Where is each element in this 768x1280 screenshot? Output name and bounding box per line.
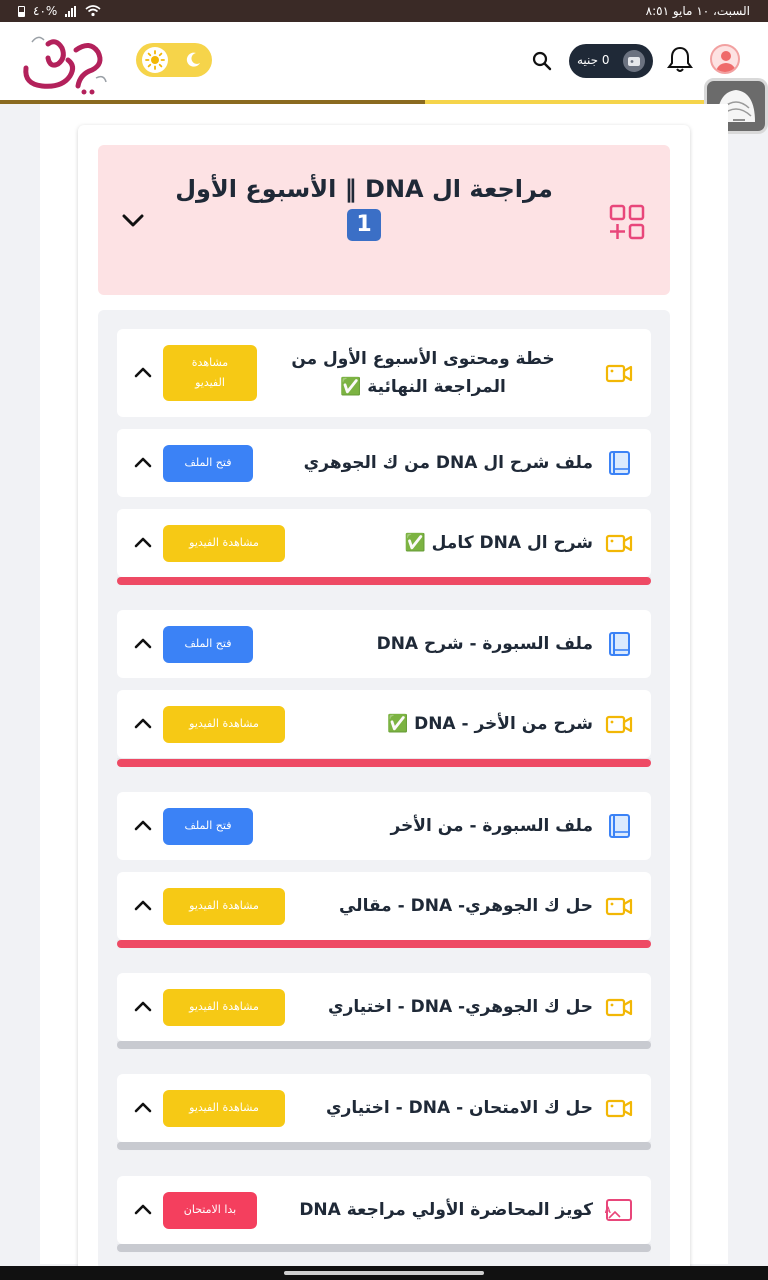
wallet-balance: 0 جنيه xyxy=(577,53,610,67)
chevron-up-icon[interactable] xyxy=(131,995,155,1019)
brand-logo[interactable] xyxy=(18,30,110,96)
wallet-button[interactable]: 0 جنيه xyxy=(569,44,653,78)
lesson-item[interactable]: ملف شرح ال DNA من ك الجوهري فتح الملف xyxy=(117,429,651,497)
lesson-item[interactable]: شرح ال DNA كامل ✅ مشاهدة الفيديو xyxy=(117,509,651,577)
keycap-badge: 1 xyxy=(347,209,381,241)
svg-text:A+: A+ xyxy=(605,1205,612,1215)
book-icon xyxy=(605,812,633,840)
open-file-button[interactable]: فتح الملف xyxy=(163,807,253,845)
watch-video-button[interactable]: مشاهدة الفيديو xyxy=(163,887,285,925)
home-indicator[interactable] xyxy=(284,1271,484,1275)
watch-video-button[interactable]: مشاهدة الفيديو xyxy=(163,345,257,401)
battery-icon xyxy=(18,5,25,17)
lesson-item[interactable]: A+ كويز المحاضرة الأولي مراجعة DNA بدا الا… xyxy=(117,1176,651,1244)
bell-icon[interactable] xyxy=(665,44,695,74)
chevron-down-icon[interactable] xyxy=(118,205,148,235)
chevron-up-icon[interactable] xyxy=(131,1096,155,1120)
book-icon xyxy=(605,630,633,658)
lesson-item[interactable]: شرح من الأخر - DNA ✅ مشاهدة الفيديو xyxy=(117,690,651,758)
battery-level: ٤٠% xyxy=(33,4,58,18)
lesson-item[interactable]: ملف السبورة - من الأخر فتح الملف xyxy=(117,792,651,860)
lesson-item[interactable]: حل ك الامتحان - DNA - اختياري مشاهدة الفي… xyxy=(117,1074,651,1142)
wallet-icon xyxy=(623,50,645,72)
lesson-title: ملف السبورة - شرح DNA xyxy=(376,634,593,654)
item-progress-bar xyxy=(117,1244,651,1252)
video-icon xyxy=(605,529,633,557)
lesson-item[interactable]: ملف السبورة - شرح DNA فتح الملف xyxy=(117,610,651,678)
theme-toggle[interactable] xyxy=(136,43,212,77)
lesson-item[interactable]: حل ك الجوهري- DNA - مقالي مشاهدة الفيديو xyxy=(117,872,651,940)
chevron-up-icon[interactable] xyxy=(131,451,155,475)
chevron-up-icon[interactable] xyxy=(131,712,155,736)
chevron-up-icon[interactable] xyxy=(131,632,155,656)
item-progress-bar xyxy=(117,1142,651,1150)
system-nav-bar xyxy=(0,1266,768,1280)
start-exam-button[interactable]: بدا الامتحان xyxy=(163,1191,257,1229)
open-file-button[interactable]: فتح الملف xyxy=(163,444,253,482)
video-icon xyxy=(605,993,633,1021)
item-progress-bar xyxy=(117,1041,651,1049)
section-header[interactable]: مراجعة ال DNA ‖ الأسبوع الأول 1 xyxy=(98,145,670,295)
watch-video-button[interactable]: مشاهدة الفيديو xyxy=(163,988,285,1026)
lesson-title: كويز المحاضرة الأولي مراجعة DNA xyxy=(299,1200,593,1220)
book-icon xyxy=(605,449,633,477)
item-progress-bar xyxy=(117,759,651,767)
status-bar-left: ٤٠% xyxy=(18,4,101,18)
video-icon xyxy=(605,710,633,738)
watch-video-button[interactable]: مشاهدة الفيديو xyxy=(163,705,285,743)
lesson-title: ملف السبورة - من الأخر xyxy=(390,816,593,836)
lesson-title: ملف شرح ال DNA من ك الجوهري xyxy=(303,453,593,473)
section-title: مراجعة ال DNA ‖ الأسبوع الأول 1 xyxy=(154,173,574,241)
lesson-title: حل ك الجوهري- DNA - اختياري xyxy=(328,997,593,1017)
status-bar: ٤٠% السبت، ١٠ مايو ٨:٥١ xyxy=(0,0,768,22)
lesson-title: شرح من الأخر - DNA ✅ xyxy=(386,714,593,734)
open-file-button[interactable]: فتح الملف xyxy=(163,625,253,663)
lesson-item[interactable]: خطة ومحتوى الأسبوع الأول من المراجعة الن… xyxy=(117,329,651,417)
wifi-icon xyxy=(85,5,101,17)
video-icon xyxy=(605,359,633,387)
chevron-up-icon[interactable] xyxy=(131,814,155,838)
watch-video-button[interactable]: مشاهدة الفيديو xyxy=(163,1089,285,1127)
lesson-title: حل ك الجوهري- DNA - مقالي xyxy=(338,896,593,916)
sun-icon xyxy=(142,47,168,73)
moon-icon xyxy=(180,47,206,73)
chevron-up-icon[interactable] xyxy=(131,894,155,918)
video-icon xyxy=(605,892,633,920)
grid-plus-icon xyxy=(609,204,645,240)
avatar-icon[interactable] xyxy=(710,44,740,74)
lesson-title: حل ك الامتحان - DNA - اختياري xyxy=(326,1098,593,1118)
status-bar-right: السبت، ١٠ مايو ٨:٥١ xyxy=(646,4,750,18)
chevron-up-icon[interactable] xyxy=(131,1198,155,1222)
chevron-up-icon[interactable] xyxy=(131,361,155,385)
lesson-title: خطة ومحتوى الأسبوع الأول من المراجعة الن… xyxy=(291,349,555,397)
lesson-title: شرح ال DNA كامل ✅ xyxy=(404,533,593,553)
watch-video-button[interactable]: مشاهدة الفيديو xyxy=(163,524,285,562)
signal-icon xyxy=(65,5,77,17)
item-progress-bar xyxy=(117,577,651,585)
section-title-text: مراجعة ال DNA ‖ الأسبوع الأول xyxy=(175,175,553,203)
item-progress-bar xyxy=(117,940,651,948)
lesson-item[interactable]: حل ك الجوهري- DNA - اختياري مشاهدة الفيدي… xyxy=(117,973,651,1041)
search-icon[interactable] xyxy=(531,50,553,72)
status-datetime: السبت، ١٠ مايو ٨:٥١ xyxy=(645,4,750,18)
chevron-up-icon[interactable] xyxy=(131,531,155,555)
video-icon xyxy=(605,1094,633,1122)
quiz-icon: A+ xyxy=(599,1196,633,1224)
